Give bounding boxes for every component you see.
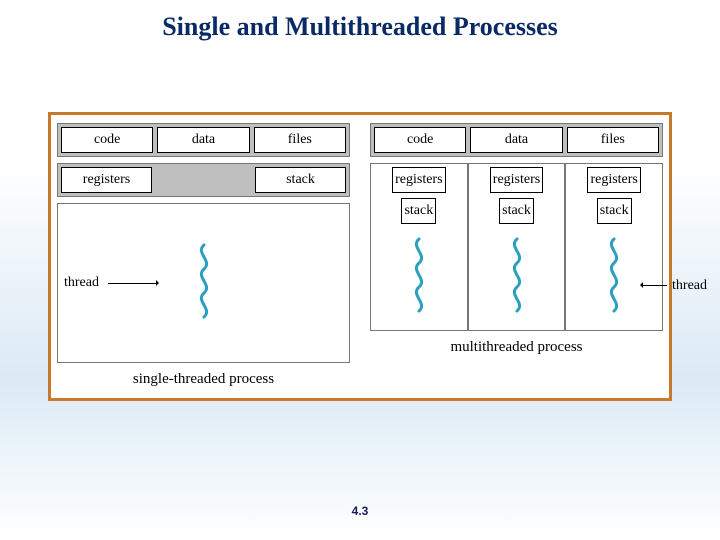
multi-caption: multithreaded process xyxy=(370,331,663,362)
registers-box: registers xyxy=(587,167,640,193)
page-title: Single and Multithreaded Processes xyxy=(0,12,720,42)
code-box: code xyxy=(374,127,466,153)
thread-label: thread xyxy=(672,278,707,294)
stack-box: stack xyxy=(597,198,632,224)
stack-box: stack xyxy=(255,167,346,193)
thread-squiggle-icon xyxy=(506,237,528,317)
shared-resources-row: code data files xyxy=(370,123,663,157)
single-thread-area: thread xyxy=(57,203,350,363)
single-threaded-panel: code data files registers stack thread s… xyxy=(57,123,350,394)
shared-resources-row: code data files xyxy=(57,123,350,157)
thread-columns: registers stack registers stack register… xyxy=(370,163,663,331)
thread-squiggle-icon xyxy=(603,237,625,317)
files-box: files xyxy=(254,127,346,153)
data-box: data xyxy=(157,127,249,153)
single-registers-stack-row: registers stack xyxy=(57,163,350,197)
thread-label: thread xyxy=(64,275,99,291)
data-box: data xyxy=(470,127,562,153)
figure-frame: code data files registers stack thread s… xyxy=(48,112,672,401)
registers-box: registers xyxy=(490,167,543,193)
code-box: code xyxy=(61,127,153,153)
multithreaded-panel: code data files registers stack register… xyxy=(370,123,663,394)
thread-column: registers stack xyxy=(370,163,468,331)
thread-column: registers stack xyxy=(468,163,566,331)
figure: code data files registers stack thread s… xyxy=(51,115,669,398)
arrow-icon xyxy=(108,283,156,284)
arrow-icon xyxy=(643,285,667,286)
files-box: files xyxy=(567,127,659,153)
thread-column: registers stack xyxy=(565,163,663,331)
registers-box: registers xyxy=(61,167,152,193)
registers-box: registers xyxy=(392,167,445,193)
stack-box: stack xyxy=(499,198,534,224)
page-number: 4.3 xyxy=(0,504,720,518)
single-caption: single-threaded process xyxy=(57,363,350,394)
thread-squiggle-icon xyxy=(408,237,430,317)
thread-squiggle-icon xyxy=(193,243,215,323)
stack-box: stack xyxy=(401,198,436,224)
